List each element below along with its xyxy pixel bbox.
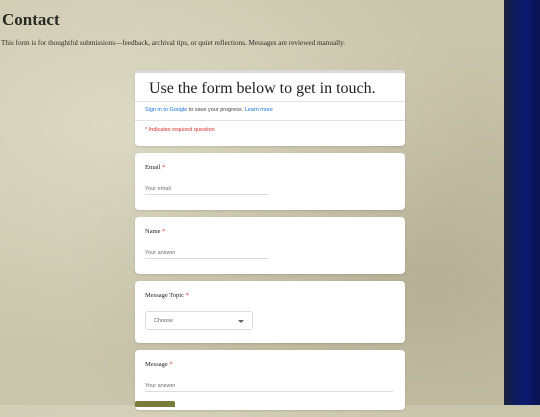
message-label: Message *	[145, 361, 173, 368]
learn-more-link[interactable]: Learn more	[245, 107, 273, 113]
required-note: * Indicates required question	[145, 127, 215, 133]
signin-text: to save your progress.	[187, 107, 245, 113]
signin-link[interactable]: Sign in to Google	[145, 107, 187, 113]
email-required-mark: *	[162, 164, 166, 171]
contact-form: Use the form below to get in touch. Sign…	[135, 70, 405, 417]
email-field[interactable]	[145, 186, 269, 195]
topic-required-mark: *	[185, 292, 189, 299]
question-name: Name *	[135, 217, 405, 274]
signin-row: Sign in to Google to save your progress.…	[145, 107, 273, 113]
message-label-text: Message	[145, 361, 168, 368]
question-message: Message *	[135, 350, 405, 410]
topic-label: Message Topic *	[145, 292, 189, 299]
form-title: Use the form below to get in touch.	[149, 80, 376, 97]
submit-button[interactable]	[135, 401, 175, 407]
question-topic: Message Topic * Choose	[135, 281, 405, 343]
topic-label-text: Message Topic	[145, 292, 184, 299]
name-field[interactable]	[145, 250, 269, 259]
name-required-mark: *	[162, 228, 166, 235]
name-label: Name *	[145, 228, 165, 235]
page-title: Contact	[2, 10, 60, 29]
question-email: Email *	[135, 153, 405, 210]
chevron-down-icon	[238, 320, 244, 323]
email-label: Email *	[145, 164, 165, 171]
right-edge-decoration	[504, 0, 540, 405]
topic-dropdown-value: Choose	[154, 318, 173, 324]
topic-dropdown[interactable]: Choose	[145, 311, 253, 330]
message-required-mark: *	[169, 361, 173, 368]
message-field[interactable]	[145, 383, 393, 392]
form-header-card: Use the form below to get in touch. Sign…	[135, 70, 405, 146]
header-divider	[135, 101, 405, 102]
email-label-text: Email	[145, 164, 161, 171]
page-intro: This form is for thoughtful submissions—…	[1, 39, 346, 47]
name-label-text: Name	[145, 228, 161, 235]
signin-divider	[135, 120, 405, 121]
